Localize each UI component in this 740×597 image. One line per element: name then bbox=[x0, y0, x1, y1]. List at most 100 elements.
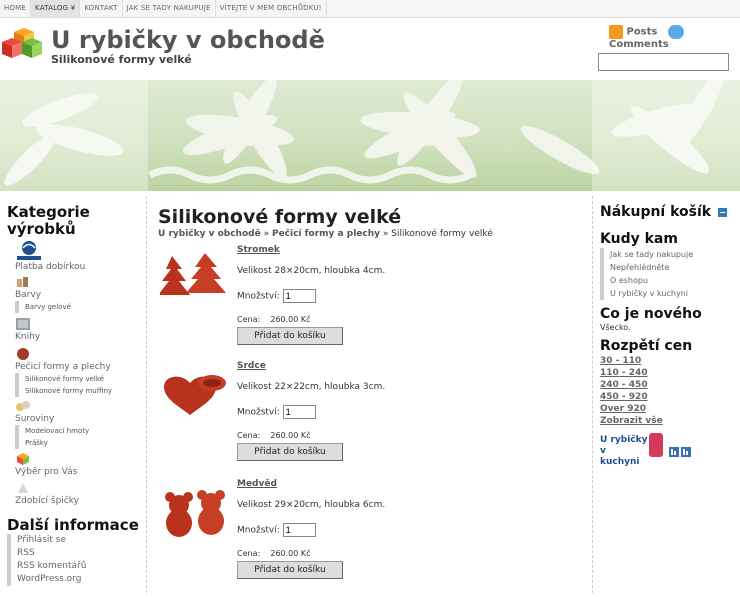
breadcrumb: U rybičky v obchodě » Pečicí formy a ple… bbox=[158, 229, 588, 239]
kitchen-mixer-icon bbox=[649, 433, 691, 457]
nav-katalog[interactable]: KATALOG ¥ bbox=[31, 0, 81, 17]
info-rss-comments[interactable]: RSS komentářů bbox=[7, 560, 142, 573]
info-wordpress[interactable]: WordPress.org bbox=[7, 573, 142, 586]
category-knihy[interactable]: Knihy bbox=[15, 331, 142, 343]
info-rss[interactable]: RSS bbox=[7, 547, 142, 560]
feed-links: Posts Comments bbox=[609, 25, 740, 51]
header-banner bbox=[0, 80, 740, 191]
add-to-cart-button[interactable]: Přidat do košíku bbox=[237, 327, 343, 345]
product-image-stromek[interactable] bbox=[160, 251, 230, 301]
column-divider bbox=[146, 196, 147, 593]
subcategory-prasky[interactable]: Prášky bbox=[15, 437, 142, 449]
quantity-row: Množství: bbox=[237, 405, 316, 419]
price-range-title: Rozpětí cen bbox=[600, 338, 693, 354]
link-jak-nakupovat[interactable]: Jak se tady nakupuje bbox=[600, 248, 740, 261]
nav-kontakt[interactable]: KONTAKT bbox=[80, 0, 123, 17]
price-value: 260.00 Kč bbox=[270, 315, 311, 324]
price-range-link[interactable]: 110 - 240 bbox=[600, 367, 740, 379]
cart-title-text: Nákupní košík bbox=[600, 204, 712, 220]
quantity-label: Množství: bbox=[237, 407, 280, 418]
product-image-medved[interactable] bbox=[160, 489, 230, 539]
price-value: 260.00 Kč bbox=[270, 549, 311, 558]
site-subtitle: Silikonové formy velké bbox=[51, 53, 192, 66]
category-zdobici-spicky[interactable]: Zdobící špičky bbox=[15, 495, 142, 507]
subcategory-barvy-gelove[interactable]: Barvy gelové bbox=[15, 301, 142, 313]
nav-home[interactable]: HOME bbox=[0, 0, 32, 17]
product-name[interactable]: Medvěd bbox=[237, 479, 277, 489]
breadcrumb-separator: » bbox=[263, 229, 270, 239]
price-range-link[interactable]: 30 - 110 bbox=[600, 355, 740, 367]
breadcrumb-category[interactable]: Pečicí formy a plechy bbox=[272, 229, 380, 239]
ingredients-icon[interactable] bbox=[15, 399, 31, 413]
piping-tip-icon[interactable] bbox=[15, 481, 31, 495]
posts-link[interactable]: Posts bbox=[626, 27, 657, 38]
rss-icon[interactable] bbox=[609, 25, 623, 39]
breadcrumb-separator: » bbox=[382, 229, 389, 239]
product-item: Srdce Velikost 22×22cm, hloubka 3cm. Mno… bbox=[158, 361, 588, 479]
price-value: 260.00 Kč bbox=[270, 431, 311, 440]
paint-icon[interactable] bbox=[15, 275, 31, 289]
site-logo-icon[interactable] bbox=[0, 28, 44, 64]
info-title: Další informace bbox=[7, 516, 139, 534]
category-platba-dobirkou[interactable]: Platba dobírkou bbox=[15, 261, 142, 273]
kitchen-badge[interactable]: U rybičky v kuchyni bbox=[600, 433, 740, 467]
left-sidebar: Kategorie výrobků Platba dobírkou Barvy … bbox=[0, 198, 142, 586]
category-barvy[interactable]: Barvy bbox=[15, 289, 142, 301]
product-description: Velikost 29×20cm, hloubka 6cm. bbox=[237, 500, 386, 510]
info-login[interactable]: Přihlásit se bbox=[7, 534, 142, 547]
banner-fade-left bbox=[0, 80, 148, 191]
product-item: Stromek Velikost 28×20cm, hloubka 4cm. M… bbox=[158, 243, 588, 361]
banner-fade-right bbox=[592, 80, 740, 191]
category-suroviny[interactable]: Suroviny bbox=[15, 413, 142, 425]
kudy-kam-title: Kudy kam bbox=[600, 231, 678, 247]
quantity-row: Množství: bbox=[237, 289, 316, 303]
quantity-input[interactable] bbox=[282, 405, 316, 419]
quantity-row: Množství: bbox=[237, 523, 316, 537]
price-row: Cena: 260.00 Kč bbox=[237, 549, 311, 558]
subcategory-silikonove-formy-velke[interactable]: Silikonové formy velké bbox=[15, 373, 142, 385]
price-range-link[interactable]: 450 - 920 bbox=[600, 391, 740, 403]
page-title: Silikonové formy velké bbox=[158, 206, 402, 228]
category-pecici-formy[interactable]: Pečicí formy a plechy bbox=[15, 361, 142, 373]
kitchen-badge-text[interactable]: U rybičky v kuchyni bbox=[600, 435, 648, 468]
price-row: Cena: 260.00 Kč bbox=[237, 315, 311, 324]
quantity-input[interactable] bbox=[282, 289, 316, 303]
gift-icon[interactable] bbox=[15, 452, 31, 466]
nav-jak-nakupovat[interactable]: JAK SE TADY NAKUPUJE bbox=[123, 0, 216, 17]
categories-title: Kategorie výrobků bbox=[7, 203, 90, 238]
comments-icon[interactable] bbox=[667, 25, 684, 39]
product-name[interactable]: Stromek bbox=[237, 245, 280, 255]
link-neprehlednete[interactable]: Nepřehlédněte bbox=[600, 261, 740, 274]
breadcrumb-home[interactable]: U rybičky v obchodě bbox=[158, 229, 261, 239]
site-title[interactable]: U rybičky v obchodě bbox=[51, 26, 325, 54]
add-to-cart-button[interactable]: Přidat do košíku bbox=[237, 561, 343, 579]
new-text: Všecko. bbox=[600, 323, 631, 332]
collapse-cart-icon[interactable] bbox=[717, 207, 727, 217]
nav-vitejte[interactable]: VÍTEJTE V MÉM OBCHŮDKU! bbox=[216, 0, 327, 17]
product-name[interactable]: Srdce bbox=[237, 361, 266, 371]
comments-link[interactable]: Comments bbox=[609, 39, 669, 50]
link-o-eshopu[interactable]: O eshopu bbox=[600, 274, 740, 287]
quantity-input[interactable] bbox=[282, 523, 316, 537]
breadcrumb-current: Silikonové formy velké bbox=[391, 229, 493, 239]
right-sidebar: Nákupní košík Kudy kam Jak se tady nakup… bbox=[600, 198, 740, 467]
cart-title: Nákupní košík bbox=[600, 204, 740, 221]
product-image-srdce[interactable] bbox=[160, 369, 230, 419]
book-icon[interactable] bbox=[15, 317, 31, 331]
search-input[interactable] bbox=[598, 53, 729, 71]
price-range-link[interactable]: Over 920 bbox=[600, 403, 740, 415]
price-range-link[interactable]: 240 - 450 bbox=[600, 379, 740, 391]
category-vyber-pro-vas[interactable]: Výběr pro Vás bbox=[15, 466, 142, 478]
baking-icon[interactable] bbox=[15, 347, 31, 361]
new-title: Co je nového bbox=[600, 306, 702, 322]
show-all-link[interactable]: Zobrazit vše bbox=[600, 415, 740, 427]
price-row: Cena: 260.00 Kč bbox=[237, 431, 311, 440]
price-label: Cena: bbox=[237, 549, 261, 558]
subcategory-silikonove-formy-muffiny[interactable]: Silikonové formy muffiny bbox=[15, 385, 142, 397]
product-item: Medvěd Velikost 29×20cm, hloubka 6cm. Mn… bbox=[158, 479, 588, 597]
price-label: Cena: bbox=[237, 315, 261, 324]
link-u-rybicky-v-kuchyni[interactable]: U rybičky v kuchyni bbox=[600, 287, 740, 300]
ceska-posta-logo[interactable] bbox=[15, 239, 43, 261]
subcategory-modelovaci-hmoty[interactable]: Modelovací hmoty bbox=[15, 425, 142, 437]
add-to-cart-button[interactable]: Přidat do košíku bbox=[237, 443, 343, 461]
